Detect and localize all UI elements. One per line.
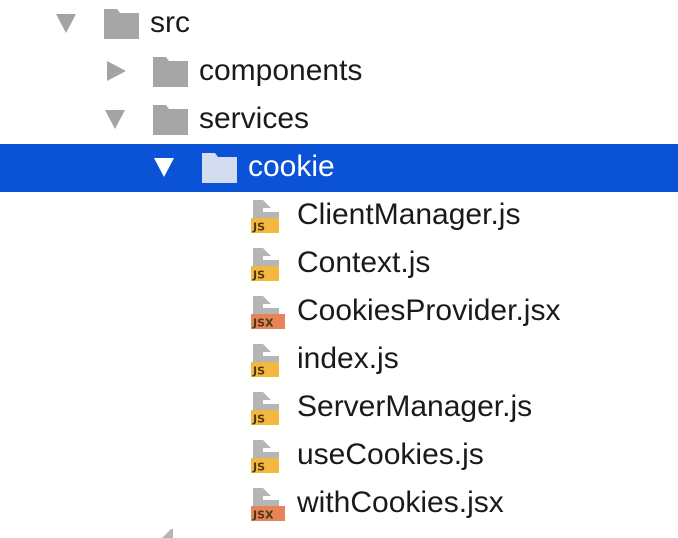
js-file-icon: JS xyxy=(249,342,285,378)
js-file-icon: JS xyxy=(249,390,285,426)
file-row-context-js[interactable]: JS Context.js xyxy=(0,240,678,288)
svg-text:JSX: JSX xyxy=(252,509,274,522)
folder-row-cookie[interactable]: cookie xyxy=(0,144,678,192)
tree-item-label: withCookies.jsx xyxy=(297,486,504,519)
tree-item-label: index.js xyxy=(297,342,399,375)
svg-text:JS: JS xyxy=(252,365,265,378)
svg-text:JS: JS xyxy=(252,269,265,282)
js-file-icon: JS xyxy=(249,246,285,282)
folder-icon xyxy=(202,153,237,183)
disclosure-expanded-icon[interactable] xyxy=(105,110,125,129)
js-file-icon: JS xyxy=(249,198,285,234)
tree-item-label: ServerManager.js xyxy=(297,390,533,423)
jsx-file-icon: JSX xyxy=(249,486,285,522)
tree-item-label: cookie xyxy=(248,150,335,183)
svg-text:JS: JS xyxy=(252,413,265,426)
disclosure-collapsed-icon[interactable] xyxy=(107,61,126,81)
folder-icon xyxy=(153,105,188,135)
tree-item-label: useCookies.js xyxy=(297,438,484,471)
tree-item-label: src xyxy=(150,6,190,39)
file-row-index-js[interactable]: JS index.js xyxy=(0,336,678,384)
svg-text:JS: JS xyxy=(252,221,265,234)
folder-icon xyxy=(153,57,188,87)
svg-text:JS: JS xyxy=(252,461,265,474)
project-file-tree: src components services cookie JS ClientManag… xyxy=(0,0,678,538)
tree-item-label: components xyxy=(199,54,363,87)
disclosure-expanded-icon[interactable] xyxy=(154,158,174,177)
file-row-usecookies-js[interactable]: JS useCookies.js xyxy=(0,432,678,480)
file-row-servermanager-js[interactable]: JS ServerManager.js xyxy=(0,384,678,432)
tree-item-label: ClientManager.js xyxy=(297,198,521,231)
file-icon-partial xyxy=(155,526,191,538)
folder-row-components[interactable]: components xyxy=(0,48,678,96)
jsx-file-icon: JSX xyxy=(249,294,285,330)
svg-text:JSX: JSX xyxy=(252,317,274,330)
file-row-withcookies-jsx[interactable]: JSX withCookies.jsx xyxy=(0,480,678,528)
tree-item-label: CookiesProvider.jsx xyxy=(297,294,561,327)
folder-row-src[interactable]: src xyxy=(0,0,678,48)
file-row-clientmanager-js[interactable]: JS ClientManager.js xyxy=(0,192,678,240)
folder-row-services[interactable]: services xyxy=(0,96,678,144)
folder-icon xyxy=(104,9,139,39)
tree-item-label: Context.js xyxy=(297,246,431,279)
disclosure-expanded-icon[interactable] xyxy=(56,14,76,33)
tree-item-label: services xyxy=(199,102,310,135)
js-file-icon: JS xyxy=(249,438,285,474)
file-row-cookiesprovider-jsx[interactable]: JSX CookiesProvider.jsx xyxy=(0,288,678,336)
